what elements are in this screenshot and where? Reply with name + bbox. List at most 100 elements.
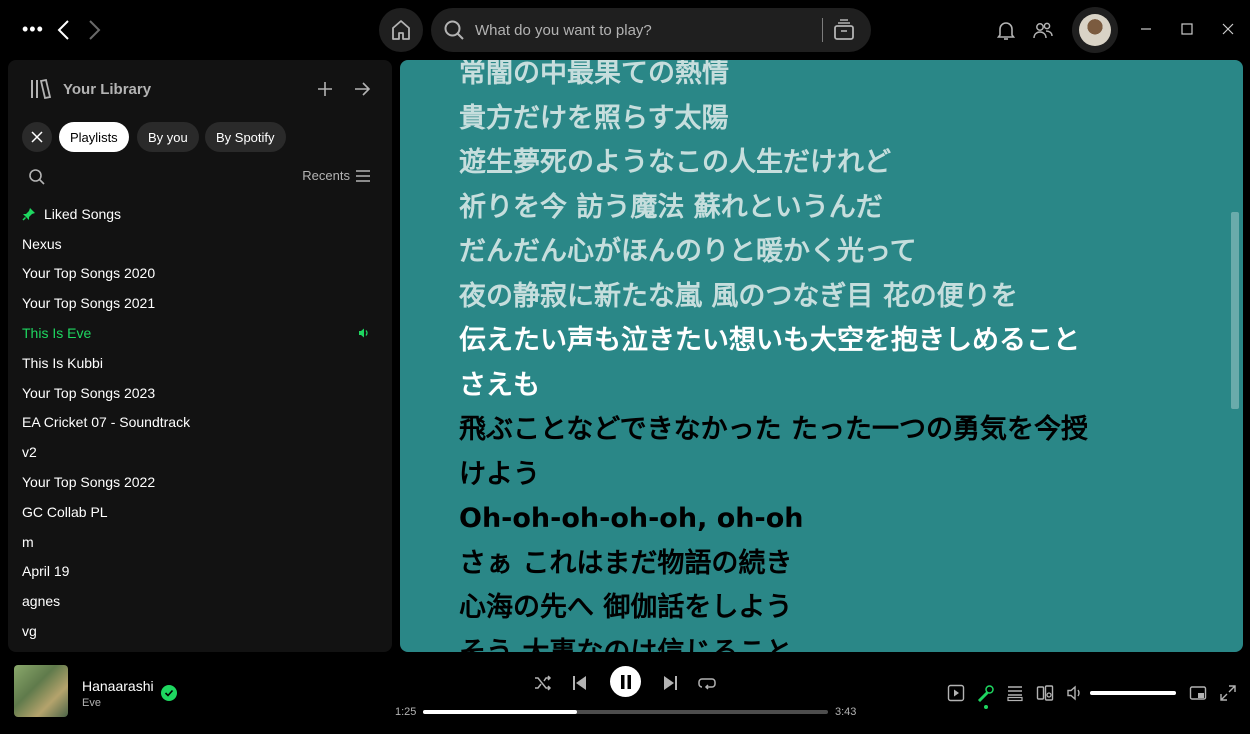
browse-icon[interactable] — [832, 18, 856, 42]
library-item-label: This Is Kubbi — [22, 354, 103, 371]
top-bar: ••• — [0, 0, 1250, 60]
playback-progress-bar[interactable] — [423, 710, 828, 714]
saved-check-icon[interactable] — [161, 685, 177, 701]
lyrics-lines: 常闇の中最果ての熱情 貴方だけを照らす太陽 遊生夢死のようなこの人生だけれど 祈りを今… — [459, 60, 1179, 652]
library-item[interactable]: agnes — [8, 586, 392, 616]
pause-button[interactable] — [610, 666, 641, 697]
library-item[interactable]: m — [8, 527, 392, 557]
player-bar: Hanaarashi Eve 1:25 3:43 — [0, 652, 1250, 734]
library-item[interactable]: Your Top Songs 2020 — [8, 259, 392, 289]
volume-fill — [1090, 691, 1176, 695]
lyrics-microphone-icon[interactable] — [977, 684, 995, 702]
library-item-now-playing[interactable]: This Is Eve — [8, 318, 392, 348]
track-artist[interactable]: Eve — [82, 697, 101, 709]
library-item-label: Nexus — [22, 235, 62, 252]
notifications-bell-icon[interactable] — [995, 19, 1017, 41]
lyric-line[interactable]: 心海の先へ 御伽話をしよう — [459, 586, 1179, 631]
repeat-icon[interactable] — [697, 673, 717, 693]
library-list: Liked Songs Nexus Your Top Songs 2020 Yo… — [8, 199, 392, 646]
friend-activity-icon[interactable] — [1032, 19, 1054, 41]
library-item-label: This Is Eve — [22, 325, 92, 342]
library-item[interactable]: v2 — [8, 437, 392, 467]
previous-track-icon[interactable] — [570, 673, 590, 693]
library-item[interactable]: EA Cricket 07 - Soundtrack — [8, 408, 392, 438]
sort-label: Recents — [302, 168, 350, 183]
lyric-line[interactable]: そう 大事なのは信じること — [459, 631, 1179, 653]
library-item[interactable]: This Is Kubbi — [8, 348, 392, 378]
library-item[interactable]: GC Collab PL — [8, 497, 392, 527]
lyric-line[interactable]: 伝えたい声も泣きたい想いも大空を抱きしめること — [459, 319, 1179, 364]
library-item-label: Your Top Songs 2023 — [22, 384, 156, 401]
library-title[interactable]: Your Library — [63, 81, 151, 98]
now-playing-view-icon[interactable] — [947, 684, 965, 702]
lyric-line[interactable]: Oh-oh-oh-oh-oh, oh-oh — [459, 497, 1179, 542]
list-view-icon — [356, 169, 370, 182]
library-item-liked-songs[interactable]: Liked Songs — [8, 199, 392, 229]
shuffle-icon[interactable] — [533, 673, 553, 693]
library-item[interactable]: vg — [8, 616, 392, 646]
home-button[interactable] — [379, 8, 423, 52]
library-item[interactable]: April 19 — [8, 557, 392, 587]
maximize-icon[interactable] — [1180, 22, 1194, 36]
forward-arrow-icon[interactable] — [84, 18, 104, 42]
search-input[interactable] — [475, 8, 805, 52]
lyric-line[interactable]: 夜の静寂に新たな嵐 風のつなぎ目 花の便りを — [459, 275, 1179, 320]
album-cover[interactable] — [14, 665, 68, 717]
library-item[interactable]: Nexus — [8, 229, 392, 259]
library-item[interactable]: Your Top Songs 2023 — [8, 378, 392, 408]
filter-chip-by-spotify[interactable]: By Spotify — [205, 122, 286, 152]
filter-chip-playlists[interactable]: Playlists — [59, 122, 129, 152]
lyric-line[interactable]: けよう — [459, 453, 1179, 498]
avatar — [1079, 14, 1111, 46]
lyric-line[interactable]: さえも — [459, 364, 1179, 409]
search-icon — [444, 20, 464, 40]
queue-icon[interactable] — [1006, 684, 1024, 702]
library-item[interactable]: Your Top Songs 2022 — [8, 467, 392, 497]
track-title[interactable]: Hanaarashi — [82, 678, 154, 694]
lyric-line[interactable]: 遊生夢死のようなこの人生だけれど — [459, 141, 1179, 186]
pause-icon — [620, 674, 631, 689]
back-arrow-icon[interactable] — [54, 18, 74, 42]
profile-button[interactable] — [1072, 7, 1118, 53]
lyric-line[interactable]: 飛ぶことなどできなかった たった一つの勇気を今授 — [459, 408, 1179, 453]
search-divider — [822, 18, 823, 42]
library-item-label: m — [22, 533, 34, 550]
miniplayer-icon[interactable] — [1189, 684, 1207, 702]
library-item-label: April 19 — [22, 563, 70, 580]
lyrics-scrollbar[interactable] — [1231, 212, 1239, 409]
lyrics-panel: 常闇の中最果ての熱情 貴方だけを照らす太陽 遊生夢死のようなこの人生だけれど 祈りを今… — [400, 60, 1243, 652]
library-search-icon[interactable] — [28, 168, 46, 186]
sort-recents-button[interactable]: Recents — [302, 168, 370, 183]
lyrics-active-dot — [984, 705, 988, 709]
next-track-icon[interactable] — [660, 673, 680, 693]
lyric-line[interactable]: 祈りを今 訪う魔法 蘇れというんだ — [459, 186, 1179, 231]
library-item-label: Your Top Songs 2022 — [22, 474, 156, 491]
volume-icon[interactable] — [1066, 684, 1084, 702]
connect-device-icon[interactable] — [1036, 684, 1054, 702]
lyric-line[interactable]: だんだん心がほんのりと暖かく光って — [459, 230, 1179, 275]
minimize-icon[interactable] — [1139, 22, 1153, 36]
lyric-line[interactable]: 常闇の中最果ての熱情 — [459, 60, 1179, 97]
menu-dots-icon[interactable]: ••• — [22, 20, 46, 40]
filter-chip-by-you[interactable]: By you — [137, 122, 199, 152]
volume-slider[interactable] — [1090, 691, 1176, 695]
create-plus-icon[interactable] — [316, 79, 334, 99]
lyric-line[interactable]: 貴方だけを照らす太陽 — [459, 97, 1179, 142]
pin-icon — [22, 207, 35, 221]
library-item[interactable]: Your Top Songs 2021 — [8, 288, 392, 318]
progress-fill — [423, 710, 577, 714]
library-item-label: v2 — [22, 444, 37, 461]
clear-filter-button[interactable] — [22, 122, 52, 152]
library-item-label: Liked Songs — [44, 205, 122, 222]
close-icon — [31, 131, 43, 143]
close-window-icon[interactable] — [1221, 22, 1235, 36]
lyric-line[interactable]: さぁ これはまだ物語の続き — [459, 542, 1179, 587]
fullscreen-icon[interactable] — [1219, 684, 1237, 702]
home-icon — [392, 20, 410, 40]
expand-library-arrow-icon[interactable] — [352, 79, 372, 99]
library-icon[interactable] — [30, 79, 52, 99]
now-playing-speaker-icon — [359, 328, 368, 338]
search-bar[interactable] — [431, 8, 871, 52]
library-sidebar: Your Library Playlists By you By Spotify… — [8, 60, 392, 652]
library-item-label: Your Top Songs 2020 — [22, 265, 156, 282]
